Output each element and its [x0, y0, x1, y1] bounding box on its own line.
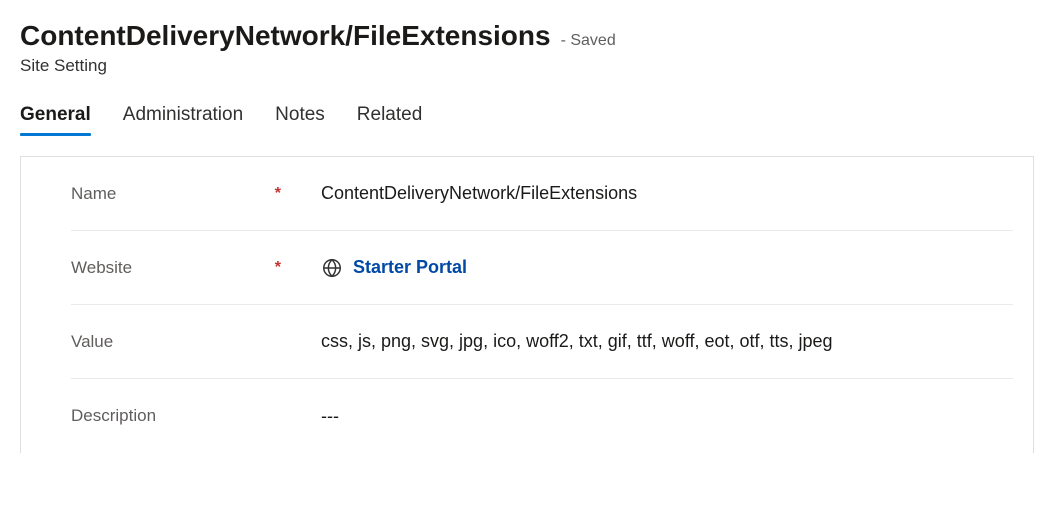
- tab-notes[interactable]: Notes: [275, 104, 325, 134]
- page-header: ContentDeliveryNetwork/FileExtensions - …: [20, 20, 1034, 76]
- field-value-name[interactable]: ContentDeliveryNetwork/FileExtensions: [301, 183, 1013, 204]
- field-label-website: Website: [71, 258, 132, 278]
- field-value-description[interactable]: ---: [301, 406, 1013, 427]
- tab-administration[interactable]: Administration: [123, 104, 243, 134]
- field-row-name: Name * ContentDeliveryNetwork/FileExtens…: [71, 157, 1013, 231]
- tab-general[interactable]: General: [20, 104, 91, 134]
- field-row-description: Description ---: [71, 379, 1013, 453]
- saved-status: - Saved: [561, 32, 616, 50]
- field-row-value: Value css, js, png, svg, jpg, ico, woff2…: [71, 305, 1013, 379]
- field-value-value[interactable]: css, js, png, svg, jpg, ico, woff2, txt,…: [301, 331, 1013, 352]
- field-label-value: Value: [71, 332, 113, 352]
- form-panel: Name * ContentDeliveryNetwork/FileExtens…: [20, 156, 1034, 453]
- field-value-website[interactable]: Starter Portal: [301, 257, 1013, 279]
- tab-related[interactable]: Related: [357, 104, 423, 134]
- page-title: ContentDeliveryNetwork/FileExtensions: [20, 20, 551, 52]
- field-label-name: Name: [71, 184, 116, 204]
- entity-type-label: Site Setting: [20, 56, 1034, 76]
- required-indicator: *: [275, 259, 281, 277]
- tab-bar: General Administration Notes Related: [20, 104, 1034, 134]
- field-label-description: Description: [71, 406, 156, 426]
- website-link[interactable]: Starter Portal: [353, 257, 467, 278]
- globe-icon: [321, 257, 343, 279]
- field-row-website: Website * Starter Portal: [71, 231, 1013, 305]
- required-indicator: *: [275, 185, 281, 203]
